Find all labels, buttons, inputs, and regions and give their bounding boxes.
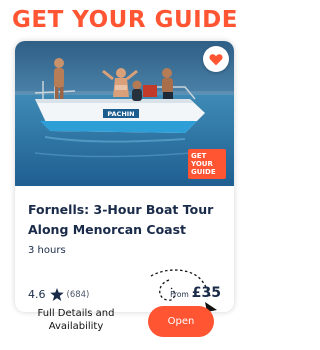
brand-logo: GET YOUR GUIDE: [12, 7, 238, 33]
boat-name: PACHIN: [107, 110, 134, 118]
price: From £35: [170, 285, 221, 301]
favorite-button[interactable]: [203, 46, 229, 72]
heart-icon: [209, 53, 223, 65]
badge-line-1: GET: [191, 152, 207, 160]
details-caption: Full Details and Availability: [37, 308, 115, 332]
tour-photo[interactable]: PACHIN GET YOUR GUIDE: [15, 41, 234, 186]
star-icon: [49, 288, 64, 301]
open-button[interactable]: Open: [148, 306, 214, 337]
badge-line-2: YOUR: [191, 160, 213, 168]
rating-score: 4.6: [28, 288, 46, 301]
rating-count: (684): [66, 289, 90, 300]
tour-title[interactable]: Fornells: 3-Hour Boat Tour Along Menorca…: [28, 200, 228, 240]
badge-line-3: GUIDE: [191, 168, 216, 176]
tour-card[interactable]: PACHIN GET YOUR GUIDE Fornells: 3-Hour B…: [15, 41, 234, 312]
rating: 4.6 (684): [28, 288, 89, 301]
tour-duration: 3 hours: [28, 245, 66, 256]
gyg-badge: GET YOUR GUIDE: [188, 149, 226, 179]
price-amount: £35: [191, 285, 221, 301]
ad-page: GET YOUR GUIDE PACHIN GET YOUR GUIDE For…: [0, 0, 250, 350]
price-prefix: From: [170, 290, 189, 299]
